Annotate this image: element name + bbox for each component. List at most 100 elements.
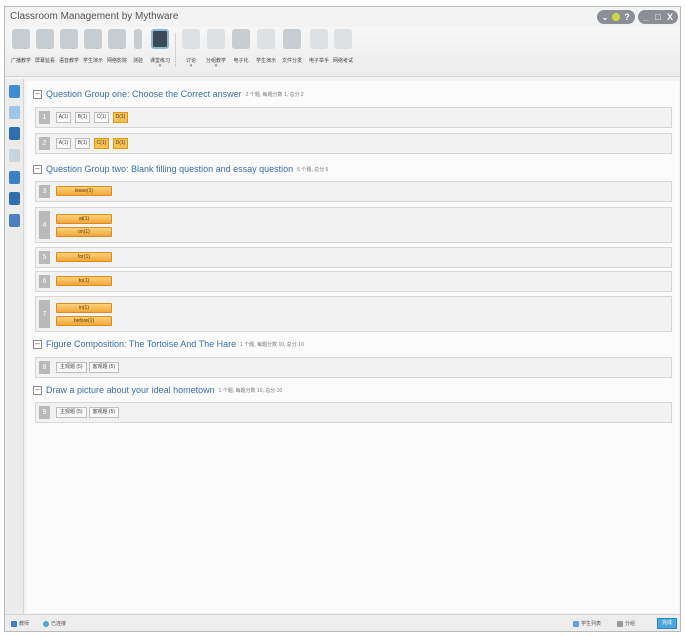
question-number: 6 — [39, 275, 50, 288]
question-number: 8 — [39, 361, 50, 374]
answer-chip[interactable]: in(1) — [56, 303, 112, 313]
file-export-icon — [334, 29, 352, 49]
dropdown-arrow-icon[interactable]: ▾ — [147, 64, 173, 69]
answer-chip[interactable]: for(1) — [56, 252, 112, 262]
toolbar-label: 学生演示 — [82, 58, 103, 64]
toolbar-group[interactable]: 分组教学 ▾ — [203, 29, 229, 73]
toolbar-label: 电子化 — [233, 58, 249, 64]
toolbar-demo[interactable]: 学生演示 — [81, 29, 105, 73]
toolbar-label: 语音教学 — [58, 58, 79, 64]
question-number: 3 — [39, 185, 50, 198]
toolbar-hand-raise[interactable]: 电子举手 — [307, 29, 331, 73]
status-student-list[interactable]: 学生列表 — [573, 620, 601, 627]
score-chip[interactable]: 客观题 (5) — [88, 407, 120, 418]
toolbar-voice[interactable]: 语音教学 — [57, 29, 81, 73]
restore-button[interactable]: □ — [653, 10, 663, 24]
collapse-icon[interactable]: – — [33, 89, 42, 99]
chat-icon — [182, 29, 200, 49]
status-group-label: 分组 — [625, 621, 636, 627]
film-icon — [108, 29, 126, 49]
toolbar-network-exam[interactable]: 网络考试 — [331, 29, 355, 73]
answer-list: in(1) before(1) — [56, 303, 112, 329]
status-group[interactable]: 分组 — [617, 620, 635, 627]
toolbar-exercise[interactable]: 课堂练习 ▾ — [147, 29, 173, 73]
question-row[interactable]: 5 for(1) — [35, 247, 672, 268]
option-b[interactable]: B(1) — [75, 112, 90, 123]
toolbar-cinema[interactable]: 网络影院 — [105, 29, 129, 73]
toolbar-electronic[interactable]: 电子化 — [231, 29, 251, 73]
dropdown-arrow-icon[interactable]: ▾ — [203, 64, 229, 69]
list-view-icon[interactable] — [9, 106, 20, 119]
student-icon[interactable] — [9, 127, 20, 140]
window-buttons: _ □ X — [638, 10, 678, 24]
score-chip[interactable]: 主观题 (5) — [56, 407, 87, 418]
option-c[interactable]: C(1) — [94, 138, 109, 149]
question-row[interactable]: 1 A(1) B(1) C(1) D(1) — [35, 107, 672, 128]
minimize-button[interactable]: _ — [641, 10, 651, 24]
toolbar-label: 网络影院 — [106, 58, 127, 64]
option-a[interactable]: A(1) — [56, 112, 71, 123]
answer-chip[interactable]: on(1) — [56, 227, 112, 237]
toolbar-student-demo[interactable]: 学生演示 — [253, 29, 279, 73]
edit-icon[interactable] — [9, 214, 20, 227]
chevron-down-icon[interactable]: ⌄ — [600, 10, 610, 24]
collapse-icon[interactable]: – — [33, 385, 42, 395]
students-icon — [573, 620, 579, 627]
group-meta: 1 个题, 每题分数 10, 总分 10 — [240, 341, 304, 348]
teacher-icon[interactable] — [9, 192, 20, 205]
group-header: – Draw a picture about your ideal hometo… — [33, 383, 282, 397]
group-title: Question Group two: Blank filling questi… — [46, 164, 294, 174]
score-list: 主观题 (5) 客观题 (5) — [56, 362, 120, 373]
question-row[interactable]: 4 at(1) on(1) — [35, 207, 672, 243]
option-a[interactable]: A(1) — [56, 138, 71, 149]
toolbar-separator — [175, 33, 176, 67]
question-row[interactable]: 9 主观题 (5) 客观题 (5) — [35, 402, 672, 423]
toolbar-label: 屏幕监看 — [34, 58, 55, 64]
toolbar-label: 广播教学 — [10, 58, 31, 64]
collapse-icon[interactable]: – — [33, 164, 42, 174]
answer-chip[interactable]: before(1) — [56, 316, 112, 326]
headset-icon — [60, 29, 78, 49]
option-b[interactable]: B(1) — [75, 138, 90, 149]
option-d[interactable]: D(1) — [113, 138, 128, 149]
question-row[interactable]: 3 leave(1) — [35, 181, 672, 202]
question-number: 2 — [39, 137, 50, 150]
toolbar-label: 学生演示 — [255, 58, 276, 64]
report-icon[interactable] — [9, 171, 20, 184]
group-title: Draw a picture about your ideal hometown — [46, 385, 215, 395]
question-number: 7 — [39, 300, 50, 328]
exercise-panel: – Question Group one: Choose the Correct… — [27, 81, 679, 613]
question-row[interactable]: 7 in(1) before(1) — [35, 296, 672, 332]
finish-button[interactable]: 完成 — [657, 618, 677, 629]
question-row[interactable]: 8 主观题 (5) 客观题 (5) — [35, 357, 672, 378]
status-connection-label: 已连接 — [51, 621, 67, 627]
option-d[interactable]: D(1) — [113, 112, 128, 123]
answer-chip[interactable]: to(1) — [56, 276, 112, 286]
toolbar-discussion[interactable]: 讨论 ▾ — [179, 29, 203, 73]
question-row[interactable]: 6 to(1) — [35, 271, 672, 292]
status-bar: 教师 已连接 学生列表 分组 完成 — [5, 614, 680, 631]
collapse-icon[interactable]: – — [33, 339, 42, 349]
status-teacher-label: 教师 — [19, 621, 30, 627]
answer-chip[interactable]: at(1) — [56, 214, 112, 224]
answer-list: for(1) — [56, 252, 112, 265]
answer-list: leave(1) — [56, 186, 112, 199]
network-icon — [43, 620, 49, 627]
answer-chip[interactable]: leave(1) — [56, 186, 112, 196]
toolbar-file-distribute[interactable]: 文件分发 — [279, 29, 305, 73]
question-number: 5 — [39, 251, 50, 264]
toolbar-monitor[interactable]: 屏幕监看 — [33, 29, 57, 73]
dropdown-arrow-icon[interactable]: ▾ — [179, 64, 203, 69]
option-c[interactable]: C(1) — [94, 112, 109, 123]
question-row[interactable]: 2 A(1) B(1) C(1) D(1) — [35, 133, 672, 154]
toolbar-broadcast[interactable]: 广播教学 — [9, 29, 33, 73]
grid-view-icon[interactable] — [9, 85, 20, 98]
help-button[interactable]: ? — [622, 10, 632, 24]
close-button[interactable]: X — [665, 10, 675, 24]
score-chip[interactable]: 主观题 (5) — [56, 362, 87, 373]
document-icon — [232, 29, 250, 49]
list-icon — [257, 29, 275, 49]
page-icon[interactable] — [9, 149, 20, 162]
toolbar-quiz[interactable]: 测验 — [129, 29, 147, 73]
score-chip[interactable]: 客观题 (5) — [88, 362, 120, 373]
